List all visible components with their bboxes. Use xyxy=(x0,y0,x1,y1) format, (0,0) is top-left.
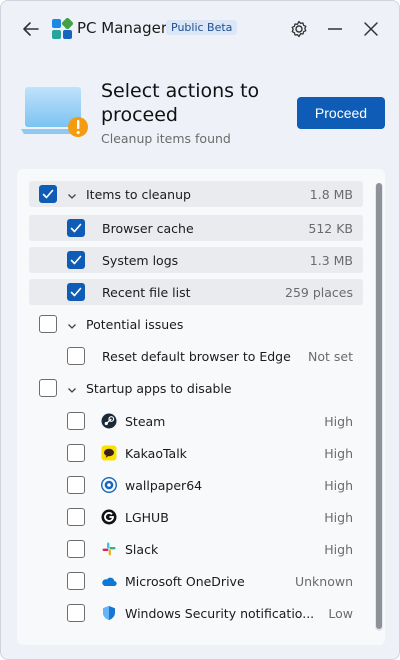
pc-manager-logo-icon xyxy=(51,17,74,40)
item-label: wallpaper64 xyxy=(125,477,203,493)
steam-icon xyxy=(101,413,117,429)
item-label: Microsoft OneDrive xyxy=(125,573,245,589)
checkbox-slack[interactable] xyxy=(67,540,85,558)
windows-security-icon xyxy=(101,605,117,621)
item-label: LGHUB xyxy=(125,509,169,525)
list-item-onedrive[interactable]: Microsoft OneDrive Unknown xyxy=(29,568,363,594)
section-size: 1.8 MB xyxy=(309,186,353,202)
item-impact: High xyxy=(324,541,353,557)
checkbox-steam[interactable] xyxy=(67,412,85,430)
section-startup-apps[interactable]: Startup apps to disable xyxy=(29,375,363,401)
title-bar: PC Manager Public Beta xyxy=(1,1,399,57)
list-item-windows-security[interactable]: Windows Security notificatio... Low xyxy=(29,600,363,626)
list-item-slack[interactable]: Slack High xyxy=(29,536,363,562)
scrollbar-thumb[interactable] xyxy=(376,183,382,629)
list-item-reset-default-browser[interactable]: Reset default browser to Edge Not set xyxy=(29,343,363,369)
checkbox-recent-file-list[interactable] xyxy=(67,283,85,301)
checkbox-items-to-cleanup[interactable] xyxy=(39,185,57,203)
wallpaper-engine-icon xyxy=(100,476,118,494)
kakaotalk-icon xyxy=(101,445,117,461)
checkbox-wallpaper64[interactable] xyxy=(67,476,85,494)
item-impact: High xyxy=(324,477,353,493)
item-label: Steam xyxy=(125,413,166,429)
scrollbar[interactable] xyxy=(375,183,383,631)
item-impact: High xyxy=(324,445,353,461)
item-impact: High xyxy=(324,509,353,525)
list-item-steam[interactable]: Steam High xyxy=(29,408,363,434)
chevron-down-icon[interactable] xyxy=(67,319,77,329)
item-label: Windows Security notificatio... xyxy=(125,605,315,621)
minimize-icon[interactable] xyxy=(323,17,347,41)
item-impact: Low xyxy=(328,605,353,621)
header-title: Select actions to proceed xyxy=(101,80,260,126)
actions-list: Items to cleanup 1.8 MB Browser cache 51… xyxy=(17,169,385,645)
item-size: 259 places xyxy=(285,284,353,300)
list-item-wallpaper64[interactable]: wallpaper64 High xyxy=(29,472,363,498)
section-potential-issues[interactable]: Potential issues xyxy=(29,311,363,337)
item-label: Reset default browser to Edge xyxy=(102,348,291,364)
list-item-lghub[interactable]: LGHUB High xyxy=(29,504,363,530)
header-subtitle: Cleanup items found xyxy=(101,131,231,146)
proceed-button[interactable]: Proceed xyxy=(297,97,385,129)
item-label: Browser cache xyxy=(102,220,194,236)
list-item-recent-file-list[interactable]: Recent file list 259 places xyxy=(29,279,363,305)
checkbox-startup-apps[interactable] xyxy=(39,379,57,397)
chevron-down-icon[interactable] xyxy=(67,189,77,199)
item-impact: Unknown xyxy=(294,573,353,589)
settings-gear-icon[interactable] xyxy=(287,17,311,41)
checkbox-system-logs[interactable] xyxy=(67,251,85,269)
item-size: 512 KB xyxy=(308,220,353,236)
list-item-kakaotalk[interactable]: KakaoTalk High xyxy=(29,440,363,466)
checkbox-kakaotalk[interactable] xyxy=(67,444,85,462)
checkbox-browser-cache[interactable] xyxy=(67,219,85,237)
pc-manager-window: PC Manager Public Beta Select actions to… xyxy=(0,0,400,660)
section-label: Potential issues xyxy=(86,316,184,332)
checkbox-reset-default-browser[interactable] xyxy=(67,347,85,365)
lghub-icon xyxy=(101,509,117,525)
onedrive-icon xyxy=(101,573,117,589)
laptop-warning-illustration-icon xyxy=(21,85,91,141)
checkbox-potential-issues[interactable] xyxy=(39,315,57,333)
checkbox-lghub[interactable] xyxy=(67,508,85,526)
list-item-system-logs[interactable]: System logs 1.3 MB xyxy=(29,247,363,273)
item-label: KakaoTalk xyxy=(125,445,187,461)
list-item-browser-cache[interactable]: Browser cache 512 KB xyxy=(29,215,363,241)
checkbox-windows-security[interactable] xyxy=(67,604,85,622)
item-label: Recent file list xyxy=(102,284,191,300)
app-title: PC Manager xyxy=(77,19,168,37)
item-label: Slack xyxy=(125,541,159,557)
close-icon[interactable] xyxy=(359,17,383,41)
section-label: Startup apps to disable xyxy=(86,380,232,396)
beta-badge: Public Beta xyxy=(166,20,238,35)
section-label: Items to cleanup xyxy=(86,186,191,202)
item-label: System logs xyxy=(102,252,179,268)
checkbox-onedrive[interactable] xyxy=(67,572,85,590)
item-size: 1.3 MB xyxy=(309,252,353,268)
slack-icon xyxy=(101,541,117,557)
chevron-down-icon[interactable] xyxy=(67,383,77,393)
section-items-to-cleanup[interactable]: Items to cleanup 1.8 MB xyxy=(29,181,363,207)
item-impact: High xyxy=(324,413,353,429)
back-arrow-icon[interactable] xyxy=(19,17,43,41)
item-status: Not set xyxy=(308,348,353,364)
